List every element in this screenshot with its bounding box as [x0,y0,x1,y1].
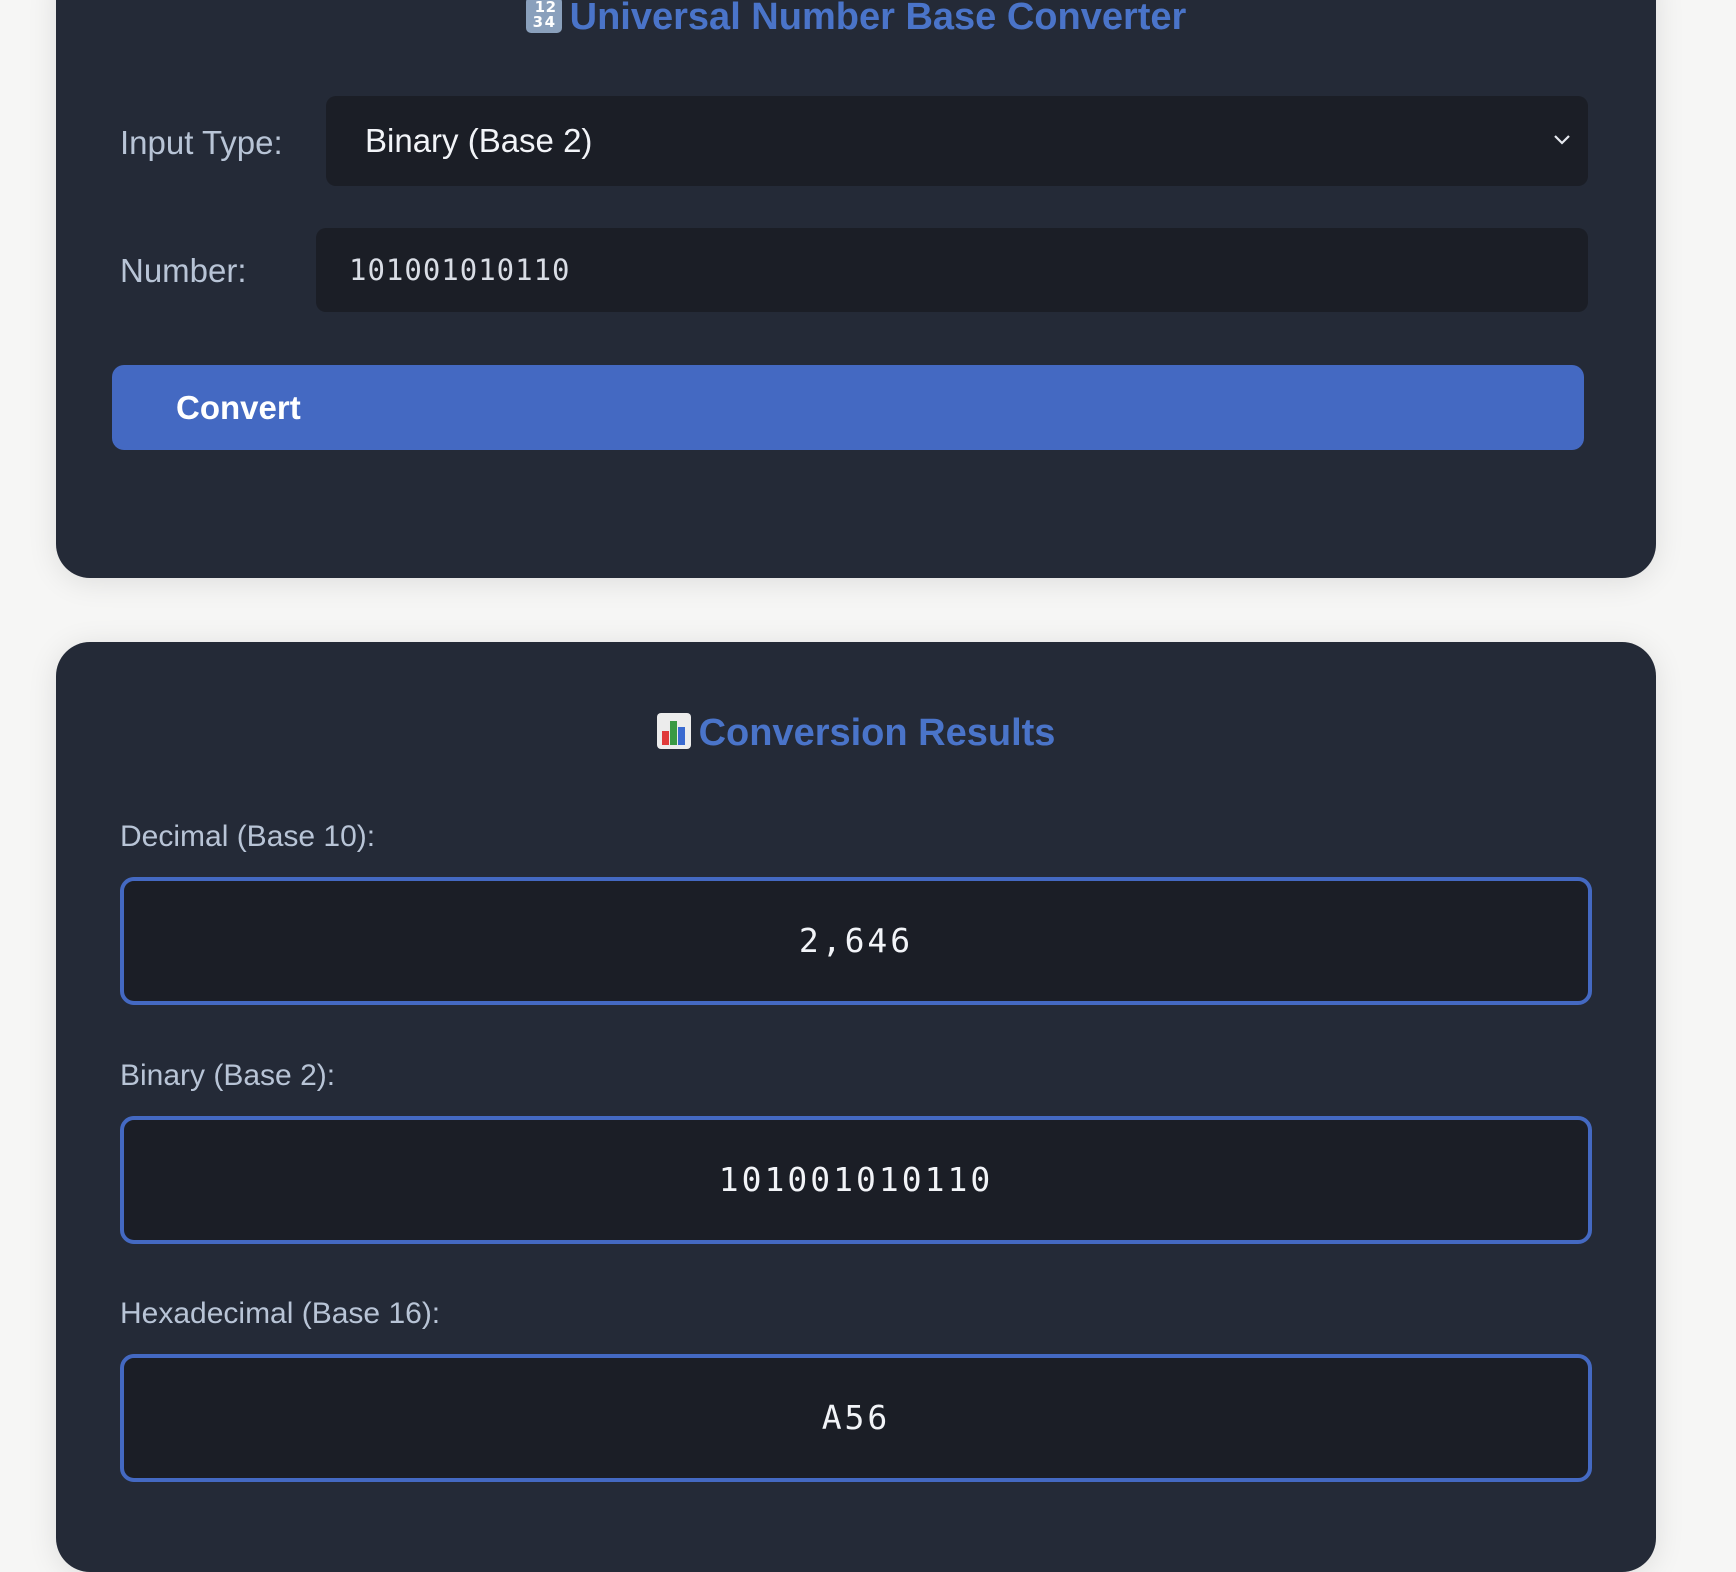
results-card: Conversion Results Decimal (Base 10): 2,… [56,642,1656,1572]
decimal-label: Decimal (Base 10): [120,820,376,853]
number-label: Number: [120,252,247,289]
input-type-selected-value: Binary (Base 2) [365,122,593,159]
input-type-select[interactable]: Binary (Base 2) [326,96,1588,186]
convert-button[interactable]: Convert [112,365,1584,450]
input-numbers-icon: 1 2 3 4 [525,0,562,33]
binary-result: 101001010110 [120,1116,1592,1244]
chevron-down-icon [1554,135,1570,145]
binary-label: Binary (Base 2): [120,1059,336,1092]
hex-result: A56 [120,1354,1592,1482]
decimal-result: 2,646 [120,877,1592,1005]
bar-chart-icon [656,712,691,749]
converter-title: 1 2 3 4 Universal Number Base Converter [56,0,1656,39]
input-type-label: Input Type: [120,124,283,161]
hex-label: Hexadecimal (Base 16): [120,1297,441,1330]
converter-card: 1 2 3 4 Universal Number Base Converter … [56,0,1656,578]
results-title-text: Conversion Results [698,712,1056,754]
results-title: Conversion Results [56,712,1656,755]
number-input[interactable]: 101001010110 [316,228,1588,312]
converter-title-text: Universal Number Base Converter [569,0,1187,38]
